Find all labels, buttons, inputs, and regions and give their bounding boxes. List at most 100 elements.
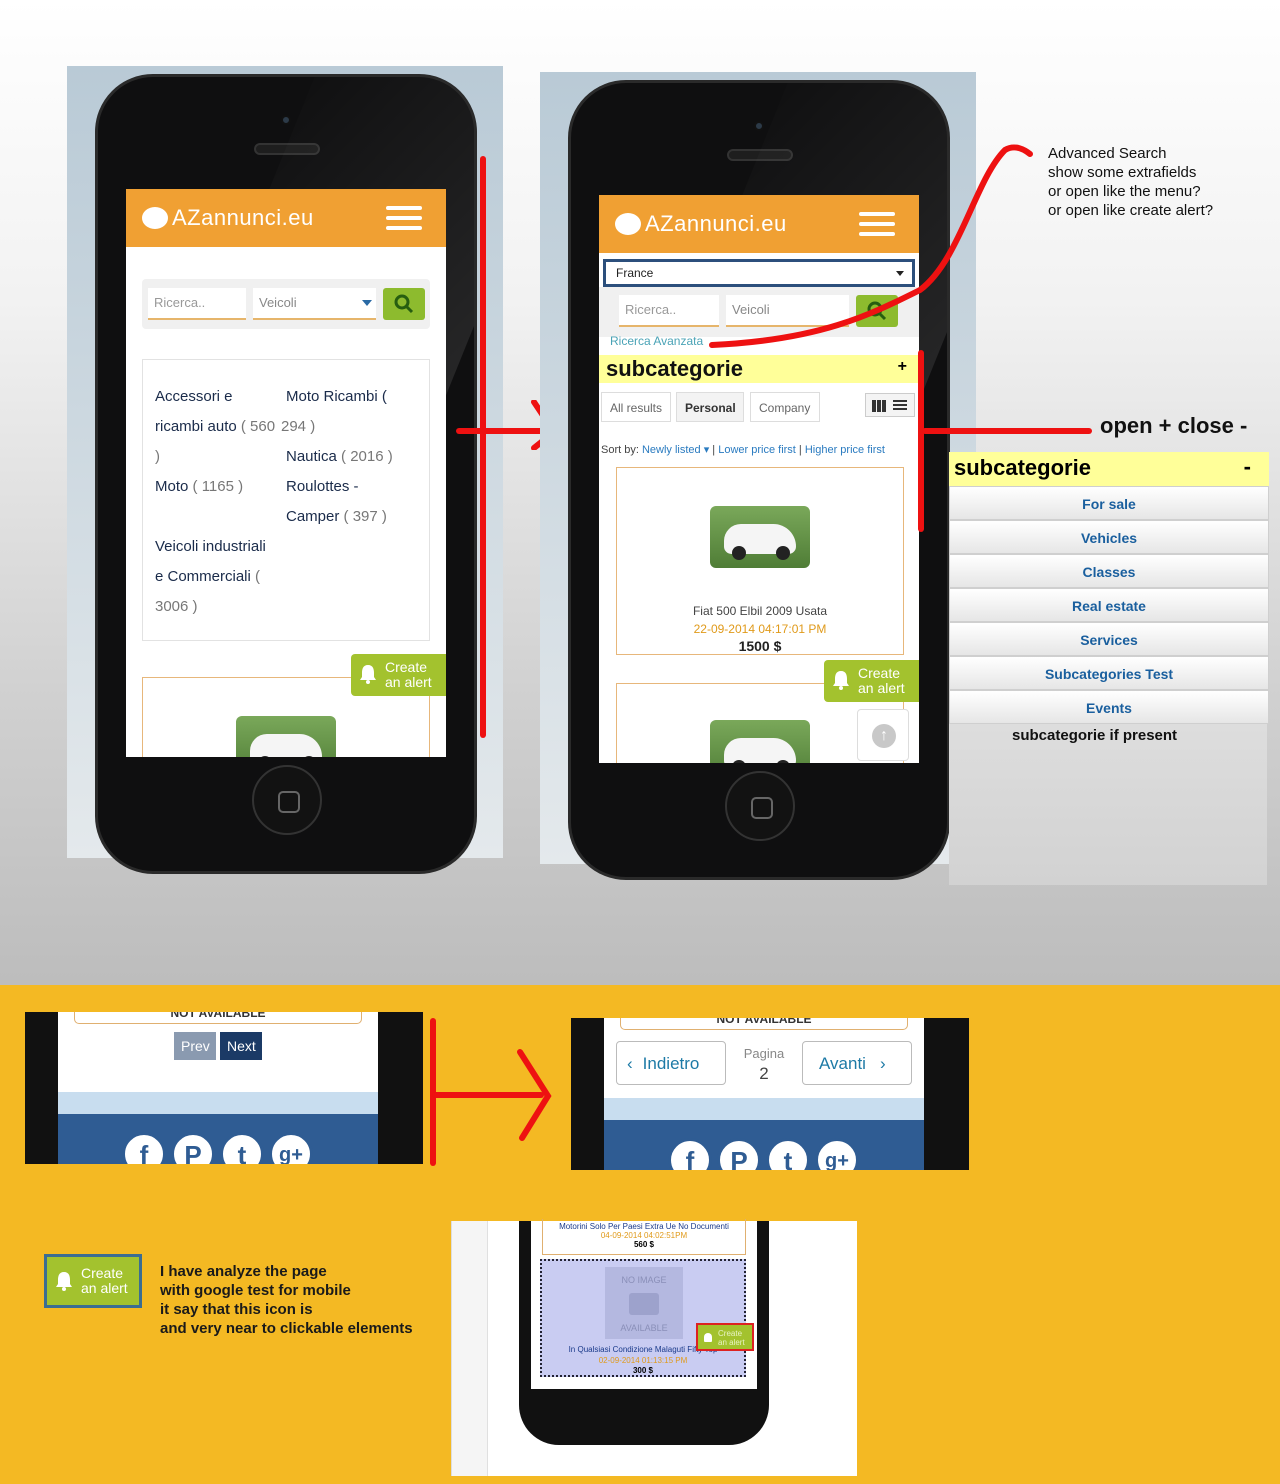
annotation-arrow-head-icon <box>517 1049 552 1141</box>
subcategory-panel: subcategorie - For sale Vehicles Classes… <box>949 452 1269 724</box>
annotation-advanced-search: Advanced Search show some extrafields or… <box>1048 145 1214 219</box>
category-moto[interactable]: Moto ( 1165 ) <box>155 472 285 502</box>
footer-bar <box>58 1114 378 1164</box>
phone-1-screen: AZannunci.eu Ricerca.. Veicoli Accessori… <box>126 189 446 757</box>
tab-company[interactable]: Company <box>750 392 820 422</box>
subcategory-header[interactable]: subcategorie - <box>949 452 1269 486</box>
listing-car-image <box>710 720 810 763</box>
tab-all-results[interactable]: All results <box>601 392 671 422</box>
hamburger-menu-icon[interactable] <box>386 206 422 230</box>
logo-egg-icon <box>142 207 168 229</box>
search-button[interactable] <box>383 288 425 320</box>
chevron-right-icon: › <box>879 1054 886 1073</box>
annotation-red-bracket <box>480 156 486 738</box>
prev-button[interactable]: Prev <box>174 1032 216 1060</box>
listing-date: 02-09-2014 01:13:15 PM <box>598 1356 688 1365</box>
not-available-card: NOT AVAILABLE <box>620 1018 908 1030</box>
listing-car-image <box>710 506 810 568</box>
listing-car-image <box>236 716 336 757</box>
subcat-item-subcategories-test[interactable]: Subcategories Test <box>949 656 1269 690</box>
tab-personal[interactable]: Personal <box>676 392 744 422</box>
speaker-icon <box>254 143 320 155</box>
new-pager-screenshot: NOT AVAILABLE ‹ Indietro Pagina 2 Avanti ›… <box>571 1018 969 1170</box>
annotation-red-curve <box>709 144 1033 348</box>
category-roulottes[interactable]: Roulottes - Camper ( 397 ) <box>286 472 426 532</box>
subcat-item-vehicles[interactable]: Vehicles <box>949 520 1269 554</box>
listing-card[interactable]: Motorini Solo Per Paesi Extra Ue No Docu… <box>542 1219 746 1255</box>
home-button[interactable] <box>252 765 322 835</box>
list-view-icon[interactable] <box>893 400 907 412</box>
footer-strip <box>604 1098 924 1120</box>
bell-icon <box>56 1272 72 1291</box>
sort-higher-price[interactable]: Higher price first <box>805 444 885 456</box>
home-button[interactable] <box>725 771 795 841</box>
create-alert-button[interactable]: Create an alert <box>47 1257 139 1305</box>
sort-newly-listed[interactable]: Newly listed <box>642 444 701 456</box>
next-button[interactable]: Next <box>220 1032 262 1060</box>
forward-button[interactable]: Avanti › <box>802 1041 912 1085</box>
annotation-red-bracket <box>918 350 924 532</box>
back-button[interactable]: ‹ Indietro <box>616 1041 726 1085</box>
highlighted-listing[interactable]: NO IMAGE AVAILABLE In Qualsiasi Condizio… <box>540 1259 746 1377</box>
camera-icon <box>629 1293 659 1315</box>
category-veicoli-industriali[interactable]: Veicoli industriali e Commerciali (3006 ) <box>155 532 295 622</box>
annotation-red-line <box>922 428 1092 434</box>
category-panel: Accessori e ricambi auto ( 560) Moto Rica… <box>142 359 430 641</box>
create-alert-button[interactable]: Create an alert <box>696 1323 754 1351</box>
sort-bar: Sort by: Newly listed ▾ | Lower price fi… <box>601 444 885 456</box>
category-select[interactable]: Veicoli <box>253 288 376 320</box>
footer-strip <box>58 1092 378 1114</box>
bell-icon <box>360 665 376 684</box>
bell-icon <box>833 671 849 690</box>
search-input[interactable]: Ricerca.. <box>148 288 246 320</box>
arrow-up-icon: ↑ <box>872 724 896 748</box>
listing-date: 22-09-2014 04:17:01 PM <box>693 622 827 636</box>
category-nautica[interactable]: Nautica ( 2016 ) <box>286 442 426 472</box>
new-pager-screen: NOT AVAILABLE ‹ Indietro Pagina 2 Avanti ›… <box>604 1018 924 1170</box>
page-indicator: Pagina 2 <box>743 1046 785 1083</box>
annotation-mobile-test: I have analyze the page with google test… <box>160 1263 413 1337</box>
mobile-test-sidebar <box>452 1221 488 1476</box>
old-pager-screenshot: NOT AVAILABLE Prev Next f P t g+ <box>25 1012 423 1164</box>
footer-bar <box>604 1120 924 1170</box>
mobile-test-screen: Motorini Solo Per Paesi Extra Ue No Docu… <box>531 1219 757 1389</box>
front-camera-icon <box>754 121 764 131</box>
subcat-item-real-estate[interactable]: Real estate <box>949 588 1269 622</box>
bell-icon <box>704 1333 712 1342</box>
alert-example-frame: Create an alert <box>44 1254 142 1308</box>
annotation-subcat-present: subcategorie if present <box>1012 727 1178 744</box>
site-header: AZannunci.eu <box>126 189 446 247</box>
listing-title[interactable]: Fiat 500 Elbil 2009 Usata <box>617 604 903 618</box>
listing-card[interactable]: Fiat 500 Elbil 2009 Usata 22-09-2014 04:… <box>616 467 904 655</box>
grid-view-icon[interactable] <box>872 400 886 412</box>
subcat-item-services[interactable]: Services <box>949 622 1269 656</box>
category-accessori[interactable]: Accessori e ricambi auto ( 560) <box>155 382 285 472</box>
not-available-card: NOT AVAILABLE <box>74 1012 362 1024</box>
subcat-item-for-sale[interactable]: For sale <box>949 486 1269 520</box>
subcat-item-events[interactable]: Events <box>949 690 1269 724</box>
search-icon <box>394 294 414 314</box>
mobile-test-phone: Motorini Solo Per Paesi Extra Ue No Docu… <box>519 1219 769 1445</box>
old-pager-screen: NOT AVAILABLE Prev Next f P t g+ <box>58 1012 378 1164</box>
no-image-placeholder: NO IMAGE AVAILABLE <box>605 1267 683 1339</box>
advanced-search-link[interactable]: Ricerca Avanzata <box>610 334 703 348</box>
mobile-test-screenshot: Motorini Solo Per Paesi Extra Ue No Docu… <box>451 1219 857 1476</box>
scroll-to-top-button[interactable]: ↑ <box>857 709 909 761</box>
select-arrow-icon <box>362 300 372 306</box>
category-moto-ricambi[interactable]: Moto Ricambi (294 ) <box>281 382 426 442</box>
expand-toggle[interactable]: + <box>898 358 907 376</box>
annotation-open-close: open + close - <box>1100 413 1248 438</box>
create-alert-button[interactable]: Create an alert <box>351 654 446 696</box>
site-logo[interactable]: AZannunci.eu <box>142 205 314 231</box>
front-camera-icon <box>281 115 291 125</box>
listing-price: 1500 $ <box>738 638 782 654</box>
chevron-left-icon: ‹ <box>627 1054 633 1073</box>
logo-egg-icon <box>615 213 641 235</box>
create-alert-button[interactable]: Create an alert <box>824 660 919 702</box>
sort-lower-price[interactable]: Lower price first <box>718 444 796 456</box>
view-toggle[interactable] <box>865 393 915 417</box>
phone-1-frame: AZannunci.eu Ricerca.. Veicoli Accessori… <box>67 66 503 874</box>
listing-price: 300 $ <box>632 1366 654 1375</box>
collapse-toggle[interactable]: - <box>1244 454 1251 480</box>
subcat-item-classes[interactable]: Classes <box>949 554 1269 588</box>
